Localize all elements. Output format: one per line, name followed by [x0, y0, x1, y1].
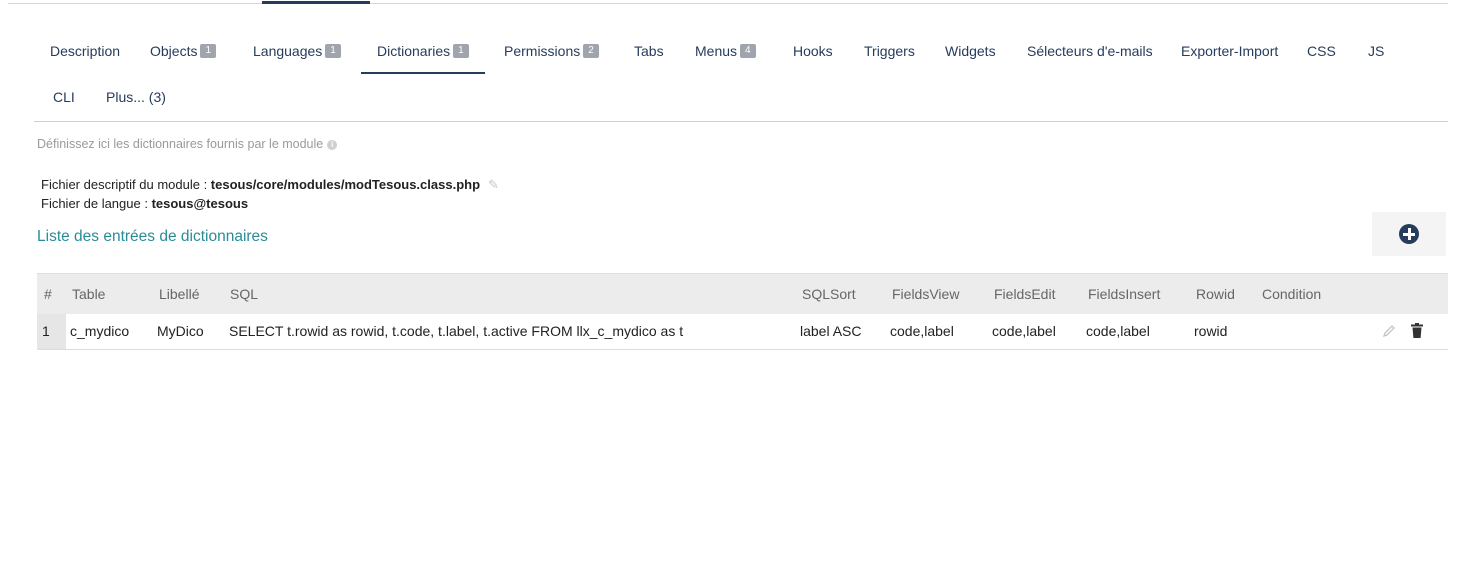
edit-pencil-icon[interactable]	[1382, 324, 1396, 338]
dictionary-list-title: Liste des entrées de dictionnaires	[37, 228, 268, 245]
table-row: 1 c_mydico MyDico SELECT t.rowid as rowi…	[37, 314, 1448, 350]
col-header-rowid[interactable]: Rowid	[1196, 274, 1235, 314]
module-descriptor-line: Fichier descriptif du module : tesous/co…	[41, 175, 499, 194]
tab-label: Hooks	[793, 43, 833, 59]
tab-permissions[interactable]: Permissions 2	[504, 38, 599, 74]
tab-menus[interactable]: Menus 4	[695, 38, 756, 74]
tab-tabs[interactable]: Tabs	[634, 38, 664, 74]
tab-dictionaries[interactable]: Dictionaries 1	[361, 38, 485, 74]
tab-more[interactable]: Plus... (3)	[106, 84, 166, 120]
info-icon[interactable]: i	[327, 139, 338, 150]
tab-label: Triggers	[864, 43, 915, 59]
tab-count-badge: 4	[740, 44, 756, 59]
tab-triggers[interactable]: Triggers	[864, 38, 915, 74]
cell-label: MyDico	[157, 323, 204, 339]
dictionary-table: # Table Libellé SQL SQLSort FieldsView F…	[37, 273, 1448, 350]
tab-label: Objects	[150, 43, 198, 59]
tab-js[interactable]: JS	[1368, 38, 1384, 74]
trash-icon[interactable]	[1411, 323, 1423, 338]
tab-label: CSS	[1307, 43, 1336, 59]
tab-languages[interactable]: Languages 1	[253, 38, 341, 74]
tab-objects[interactable]: Objects 1	[150, 38, 217, 74]
top-divider	[8, 3, 1448, 4]
module-tabs: Description Objects 1 Languages 1 Dictiona…	[34, 38, 1448, 122]
tab-label: CLI	[53, 89, 75, 105]
col-header-sqlsort[interactable]: SQLSort	[802, 274, 856, 314]
language-file-line: Fichier de langue : tesous@tesous	[41, 194, 499, 213]
tab-label: Permissions	[504, 43, 581, 59]
tab-label: Plus... (3)	[106, 89, 166, 105]
cell-rowid: rowid	[1194, 323, 1228, 339]
tab-label: Exporter-Import	[1181, 43, 1279, 59]
col-header-sql[interactable]: SQL	[230, 274, 258, 314]
col-header-fieldsedit[interactable]: FieldsEdit	[994, 274, 1055, 314]
tab-hooks[interactable]: Hooks	[793, 38, 833, 74]
table-header: # Table Libellé SQL SQLSort FieldsView F…	[37, 273, 1448, 314]
cell-table: c_mydico	[70, 323, 130, 339]
language-file-label: Fichier de langue :	[41, 196, 152, 211]
tab-label: Menus	[695, 43, 738, 59]
tab-count-badge: 1	[325, 44, 341, 59]
add-entry-plus-icon[interactable]	[1399, 224, 1419, 244]
col-header-fieldsview[interactable]: FieldsView	[892, 274, 959, 314]
tab-email-selectors[interactable]: Sélecteurs d'e-mails	[1027, 38, 1153, 74]
file-info: Fichier descriptif du module : tesous/co…	[41, 175, 499, 213]
tab-css[interactable]: CSS	[1307, 38, 1336, 74]
cell-number: 1	[42, 323, 50, 339]
tab-description[interactable]: Description	[50, 38, 120, 74]
col-header-condition[interactable]: Condition	[1262, 274, 1321, 314]
tab-label: Sélecteurs d'e-mails	[1027, 43, 1153, 59]
tab-label: Tabs	[634, 43, 664, 59]
tab-count-badge: 2	[583, 44, 599, 59]
cell-sqlsort: label ASC	[800, 323, 862, 339]
module-descriptor-label: Fichier descriptif du module :	[41, 177, 211, 192]
tab-label: Dictionaries	[377, 43, 451, 59]
intro-text: Définissez ici les dictionnaires fournis…	[37, 137, 338, 151]
tab-widgets[interactable]: Widgets	[945, 38, 996, 74]
intro-label: Définissez ici les dictionnaires fournis…	[37, 137, 324, 151]
module-descriptor-path: tesous/core/modules/modTesous.class.php	[210, 177, 481, 192]
tab-count-badge: 1	[200, 44, 217, 59]
tab-label: Widgets	[945, 43, 996, 59]
tab-count-badge: 1	[453, 44, 469, 59]
tab-cli[interactable]: CLI	[53, 84, 75, 120]
cell-fieldsedit: code,label	[992, 323, 1056, 339]
col-header-fieldsinsert[interactable]: FieldsInsert	[1088, 274, 1160, 314]
tab-label: Languages	[253, 43, 323, 59]
col-header-label[interactable]: Libellé	[159, 274, 199, 314]
tab-export-import[interactable]: Exporter-Import	[1181, 38, 1278, 74]
tab-label: JS	[1368, 43, 1385, 59]
cell-fieldsinsert: code,label	[1086, 323, 1150, 339]
col-header-table[interactable]: Table	[72, 274, 105, 314]
col-header-number: #	[44, 286, 52, 302]
tab-label: Description	[50, 43, 121, 59]
edit-pencil-icon[interactable]: ✎	[488, 175, 499, 194]
top-active-indicator	[262, 1, 370, 4]
cell-fieldsview: code,label	[890, 323, 954, 339]
language-file-value: tesous@tesous	[151, 196, 249, 211]
cell-sql: SELECT t.rowid as rowid, t.code, t.label…	[229, 323, 684, 339]
